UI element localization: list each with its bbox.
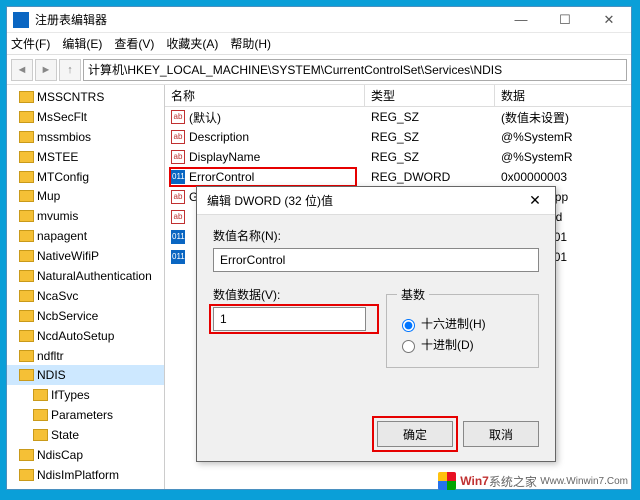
base-legend: 基数 bbox=[397, 286, 429, 303]
ok-button[interactable]: 确定 bbox=[377, 421, 453, 447]
list-row[interactable]: 011ErrorControlREG_DWORD0x00000003 bbox=[165, 167, 631, 187]
minimize-button[interactable]: — bbox=[499, 7, 543, 33]
tree-item[interactable]: MTConfig bbox=[7, 167, 164, 187]
cancel-button[interactable]: 取消 bbox=[463, 421, 539, 447]
maximize-button[interactable]: ☐ bbox=[543, 7, 587, 33]
tree-item[interactable]: napagent bbox=[7, 226, 164, 246]
nav-fwd[interactable]: ► bbox=[35, 59, 57, 81]
tree-item[interactable]: MSTEE bbox=[7, 147, 164, 167]
value-name-input[interactable] bbox=[213, 248, 539, 272]
app-icon bbox=[13, 12, 29, 28]
tree-item[interactable]: ndfltr bbox=[7, 346, 164, 366]
list-row[interactable]: ab(默认)REG_SZ(数值未设置) bbox=[165, 107, 631, 127]
tree-item[interactable]: NcbService bbox=[7, 306, 164, 326]
dialog-titlebar: 编辑 DWORD (32 位)值 ✕ bbox=[197, 187, 555, 215]
string-value-icon: ab bbox=[171, 110, 185, 124]
radio-hex[interactable]: 十六进制(H) bbox=[397, 315, 528, 332]
col-name[interactable]: 名称 bbox=[165, 85, 365, 106]
radio-dec[interactable]: 十进制(D) bbox=[397, 336, 528, 353]
binary-value-icon: 011 bbox=[171, 170, 185, 184]
menubar: 文件(F) 编辑(E) 查看(V) 收藏夹(A) 帮助(H) bbox=[7, 33, 631, 55]
tree-item[interactable]: NaturalAuthentication bbox=[7, 266, 164, 286]
col-type[interactable]: 类型 bbox=[365, 85, 495, 106]
tree-item[interactable]: NcdAutoSetup bbox=[7, 326, 164, 346]
list-row[interactable]: abDisplayNameREG_SZ@%SystemR bbox=[165, 147, 631, 167]
menu-view[interactable]: 查看(V) bbox=[114, 35, 154, 52]
list-row[interactable]: abDescriptionREG_SZ@%SystemR bbox=[165, 127, 631, 147]
string-value-icon: ab bbox=[171, 190, 185, 204]
close-button[interactable]: ✕ bbox=[587, 7, 631, 33]
tree-item[interactable]: MsSecFlt bbox=[7, 107, 164, 127]
binary-value-icon: 011 bbox=[171, 230, 185, 244]
titlebar: 注册表编辑器 — ☐ ✕ bbox=[7, 7, 631, 33]
string-value-icon: ab bbox=[171, 150, 185, 164]
edit-dword-dialog: 编辑 DWORD (32 位)值 ✕ 数值名称(N): 数值数据(V): 基数 … bbox=[196, 186, 556, 462]
value-name-label: 数值名称(N): bbox=[213, 227, 539, 244]
tree-item[interactable]: NDIS bbox=[7, 365, 164, 385]
window-title: 注册表编辑器 bbox=[35, 11, 107, 28]
address-row: ◄ ► ↑ bbox=[7, 55, 631, 85]
menu-edit[interactable]: 编辑(E) bbox=[62, 35, 102, 52]
binary-value-icon: 011 bbox=[171, 250, 185, 264]
tree-item[interactable]: mvumis bbox=[7, 206, 164, 226]
tree-item[interactable]: NativeWifiP bbox=[7, 246, 164, 266]
nav-back[interactable]: ◄ bbox=[11, 59, 33, 81]
nav-up[interactable]: ↑ bbox=[59, 59, 81, 81]
tree-item[interactable]: mssmbios bbox=[7, 127, 164, 147]
tree-item[interactable]: NdisCap bbox=[7, 445, 164, 465]
key-tree[interactable]: MSSCNTRSMsSecFltmssmbiosMSTEEMTConfigMup… bbox=[7, 85, 165, 489]
tree-item[interactable]: NcaSvc bbox=[7, 286, 164, 306]
dialog-close-button[interactable]: ✕ bbox=[515, 192, 555, 209]
tree-item[interactable]: NdisTapi bbox=[7, 485, 164, 489]
tree-item[interactable]: State bbox=[7, 425, 164, 445]
dialog-title: 编辑 DWORD (32 位)值 bbox=[207, 192, 333, 209]
list-header: 名称 类型 数据 bbox=[165, 85, 631, 107]
tree-item[interactable]: Mup bbox=[7, 186, 164, 206]
address-input[interactable] bbox=[83, 59, 627, 81]
menu-file[interactable]: 文件(F) bbox=[11, 35, 50, 52]
value-data-label: 数值数据(V): bbox=[213, 286, 366, 303]
string-value-icon: ab bbox=[171, 210, 185, 224]
menu-help[interactable]: 帮助(H) bbox=[230, 35, 271, 52]
value-data-input[interactable] bbox=[213, 307, 366, 331]
base-fieldset: 基数 十六进制(H) 十进制(D) bbox=[386, 286, 539, 368]
tree-item[interactable]: Parameters bbox=[7, 405, 164, 425]
tree-item[interactable]: IfTypes bbox=[7, 385, 164, 405]
col-data[interactable]: 数据 bbox=[495, 85, 631, 106]
tree-item[interactable]: NdisImPlatform bbox=[7, 465, 164, 485]
string-value-icon: ab bbox=[171, 130, 185, 144]
tree-item[interactable]: MSSCNTRS bbox=[7, 87, 164, 107]
menu-fav[interactable]: 收藏夹(A) bbox=[166, 35, 218, 52]
windows-logo-icon bbox=[438, 472, 456, 490]
watermark: Win7 系统之家 Www.Winwin7.Com bbox=[438, 472, 628, 490]
